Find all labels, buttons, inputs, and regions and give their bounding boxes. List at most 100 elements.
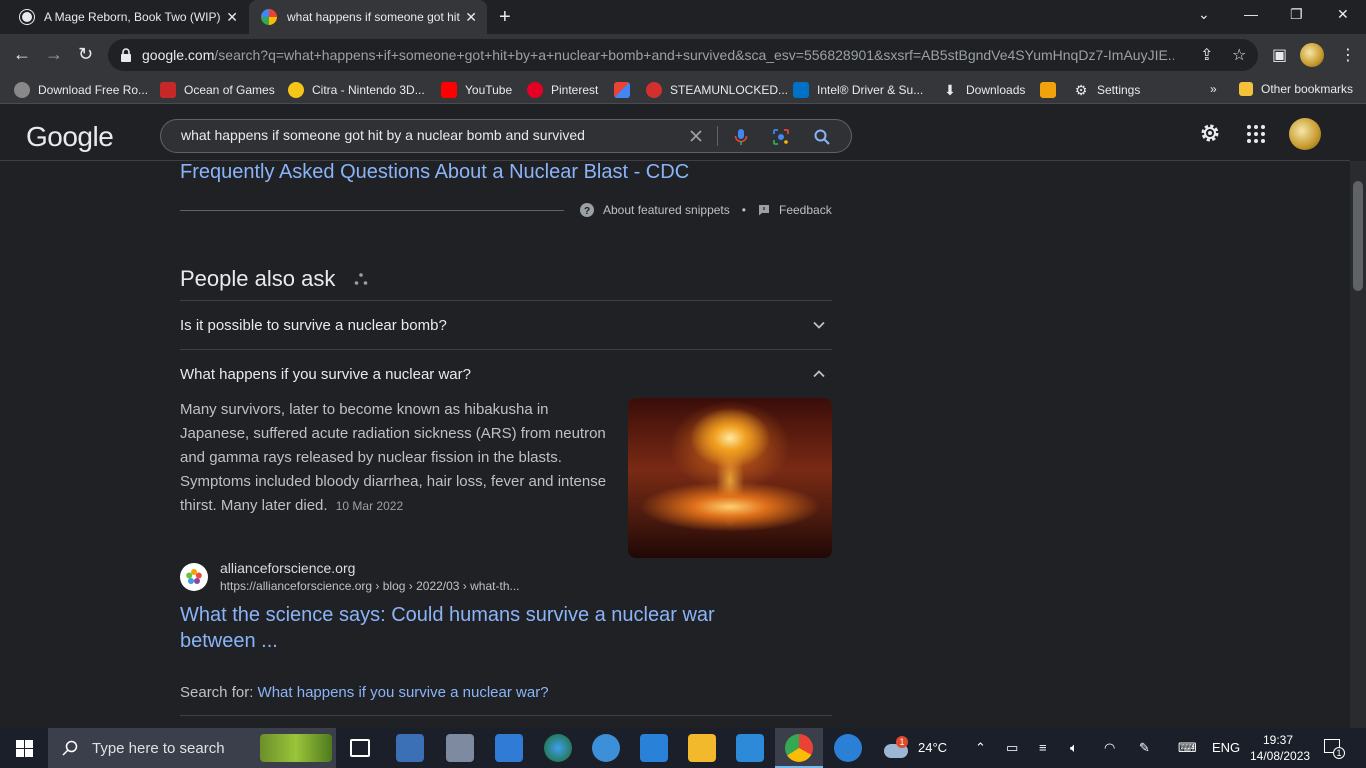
- bookmark-item[interactable]: Download Free Ro...: [14, 82, 148, 98]
- tab-google-search[interactable]: what happens if someone got hit ✕: [249, 0, 487, 34]
- forward-button[interactable]: →: [45, 45, 63, 63]
- google-header: Google: [0, 109, 1350, 161]
- notification-center-icon[interactable]: 1: [1324, 737, 1345, 759]
- address-bar[interactable]: google.com /search?q=what+happens+if+som…: [108, 39, 1258, 71]
- bookmark-item[interactable]: Pinterest: [527, 82, 598, 98]
- youtube-icon: [441, 82, 457, 98]
- volume-icon[interactable]: 🔈︎: [1070, 740, 1078, 756]
- weather-icon[interactable]: 1: [884, 736, 912, 760]
- weather-badge: 1: [896, 736, 908, 748]
- tab-search-icon[interactable]: ⌄: [1198, 6, 1210, 23]
- question-text: Is it possible to survive a nuclear bomb…: [180, 317, 447, 334]
- tray-overflow-icon[interactable]: ⌃: [975, 740, 986, 756]
- weather-temperature[interactable]: 24°C: [918, 740, 947, 755]
- about-featured-snippets-link[interactable]: ? About featured snippets •: [580, 203, 746, 217]
- bookmarks-overflow-button[interactable]: »: [1210, 82, 1217, 96]
- search-box[interactable]: [160, 119, 852, 153]
- minimize-button[interactable]: —: [1244, 6, 1258, 22]
- bookmark-star-icon[interactable]: ☆: [1232, 45, 1246, 65]
- bookmark-label: Pinterest: [551, 83, 599, 97]
- voice-search-icon[interactable]: [733, 128, 749, 146]
- close-tab-icon[interactable]: ✕: [226, 9, 238, 26]
- taskbar-app-icon[interactable]: [640, 734, 668, 762]
- profile-avatar[interactable]: [1300, 43, 1324, 67]
- pen-icon[interactable]: ✎: [1139, 740, 1150, 756]
- bookmark-item[interactable]: ⚙ Settings: [1073, 82, 1141, 98]
- bookmark-item[interactable]: YouTube: [441, 82, 512, 98]
- search-for-link[interactable]: What happens if you survive a nuclear wa…: [258, 684, 549, 701]
- bookmarks-bar: Download Free Ro... Ocean of Games Citra…: [0, 76, 1366, 104]
- bookmark-label: Other bookmarks: [1261, 82, 1354, 96]
- featured-snippet-link[interactable]: Frequently Asked Questions About a Nucle…: [180, 161, 689, 184]
- windows-taskbar: Type here to search 1 24°C ⌃ ▭ ≡ 🔈︎ ◠ ✎ …: [0, 728, 1366, 768]
- bookmark-item[interactable]: ⬇ Downloads: [942, 82, 1025, 98]
- windows-start-icon[interactable]: [16, 740, 33, 757]
- settings-gear-icon[interactable]: [1198, 121, 1222, 145]
- share-icon[interactable]: ⇪: [1200, 45, 1213, 65]
- taskbar-app-icon[interactable]: [446, 734, 474, 762]
- about-snippets-label: About featured snippets: [603, 203, 730, 217]
- bookmark-item[interactable]: Citra - Nintendo 3D...: [288, 82, 425, 98]
- battery-icon[interactable]: ▭: [1006, 740, 1018, 756]
- bookmark-item[interactable]: [1040, 82, 1064, 98]
- scrollbar-thumb[interactable]: [1353, 181, 1363, 291]
- url-domain: google.com: [142, 47, 215, 63]
- taskbar-app-icon[interactable]: [544, 734, 572, 762]
- result-source[interactable]: allianceforscience.org https://alliancef…: [180, 560, 680, 594]
- reload-button[interactable]: ↻: [78, 45, 93, 63]
- overflow-label: »: [1210, 82, 1217, 96]
- google-apps-icon[interactable]: [1246, 124, 1266, 144]
- tray-app-icon[interactable]: ≡: [1039, 740, 1047, 755]
- bookmark-item[interactable]: Intel® Driver & Su...: [793, 82, 923, 98]
- bookmark-label: Download Free Ro...: [38, 83, 149, 97]
- feedback-button[interactable]: Feedback: [758, 203, 832, 217]
- divider: [180, 210, 564, 211]
- bookmark-favicon-icon: [646, 82, 662, 98]
- photos-icon[interactable]: [736, 734, 764, 762]
- url-path: /search?q=what+happens+if+someone+got+hi…: [214, 47, 1175, 63]
- bookmark-item[interactable]: [614, 82, 638, 98]
- menu-icon[interactable]: ⋮: [1340, 45, 1356, 65]
- file-explorer-icon[interactable]: [688, 734, 716, 762]
- search-icon[interactable]: [813, 128, 831, 146]
- qbittorrent-icon[interactable]: [592, 734, 620, 762]
- other-bookmarks-button[interactable]: Other bookmarks: [1239, 82, 1353, 96]
- tab-mage-reborn[interactable]: A Mage Reborn, Book Two (WIP) ✕: [8, 0, 248, 34]
- paa-question[interactable]: Is it possible to survive a nuclear bomb…: [180, 300, 832, 349]
- taskbar-app-icon[interactable]: [495, 734, 523, 762]
- tab-title: what happens if someone got hit: [287, 10, 460, 24]
- source-name: allianceforscience.org: [220, 560, 356, 576]
- restore-button[interactable]: ❐: [1290, 6, 1303, 23]
- result-title-link[interactable]: What the science says: Could humans surv…: [180, 602, 740, 654]
- lens-search-icon[interactable]: [772, 128, 790, 146]
- keyboard-icon[interactable]: ⌨: [1178, 740, 1197, 756]
- google-account-avatar[interactable]: [1289, 118, 1321, 150]
- network-icon[interactable]: ◠: [1104, 740, 1115, 756]
- clear-icon[interactable]: [688, 128, 704, 144]
- bookmark-item[interactable]: Ocean of Games: [160, 82, 275, 98]
- feedback-label: Feedback: [779, 203, 832, 217]
- answer-body: Many survivors, later to become known as…: [180, 401, 607, 514]
- back-button[interactable]: ←: [13, 45, 31, 63]
- new-tab-button[interactable]: +: [499, 7, 511, 27]
- bookmark-label: Citra - Nintendo 3D...: [312, 83, 425, 97]
- side-panel-icon[interactable]: ▣: [1272, 45, 1287, 65]
- bookmark-item[interactable]: STEAMUNLOCKED...: [646, 82, 788, 98]
- page-scrollbar[interactable]: [1350, 161, 1366, 728]
- paa-question[interactable]: What happens if you survive a nuclear wa…: [180, 349, 832, 398]
- taskbar-chrome-active[interactable]: [775, 728, 823, 768]
- language-indicator[interactable]: ENG: [1212, 740, 1240, 755]
- close-tab-icon[interactable]: ✕: [465, 9, 477, 26]
- taskbar-search[interactable]: Type here to search: [48, 728, 336, 768]
- help-app-icon[interactable]: [834, 734, 862, 762]
- google-logo[interactable]: Google: [26, 121, 114, 153]
- mushroom-cloud-image[interactable]: [628, 398, 832, 558]
- chevron-down-icon: [813, 321, 825, 329]
- search-input[interactable]: [181, 127, 681, 143]
- paa-dots-icon: [355, 273, 368, 285]
- taskbar-app-icon[interactable]: [396, 734, 424, 762]
- clock[interactable]: 19:37 14/08/2023: [1250, 732, 1310, 764]
- browser-toolbar: ← → ↻ google.com /search?q=what+happens+…: [0, 34, 1366, 76]
- close-window-button[interactable]: ✕: [1337, 6, 1349, 23]
- task-view-icon[interactable]: [350, 739, 370, 757]
